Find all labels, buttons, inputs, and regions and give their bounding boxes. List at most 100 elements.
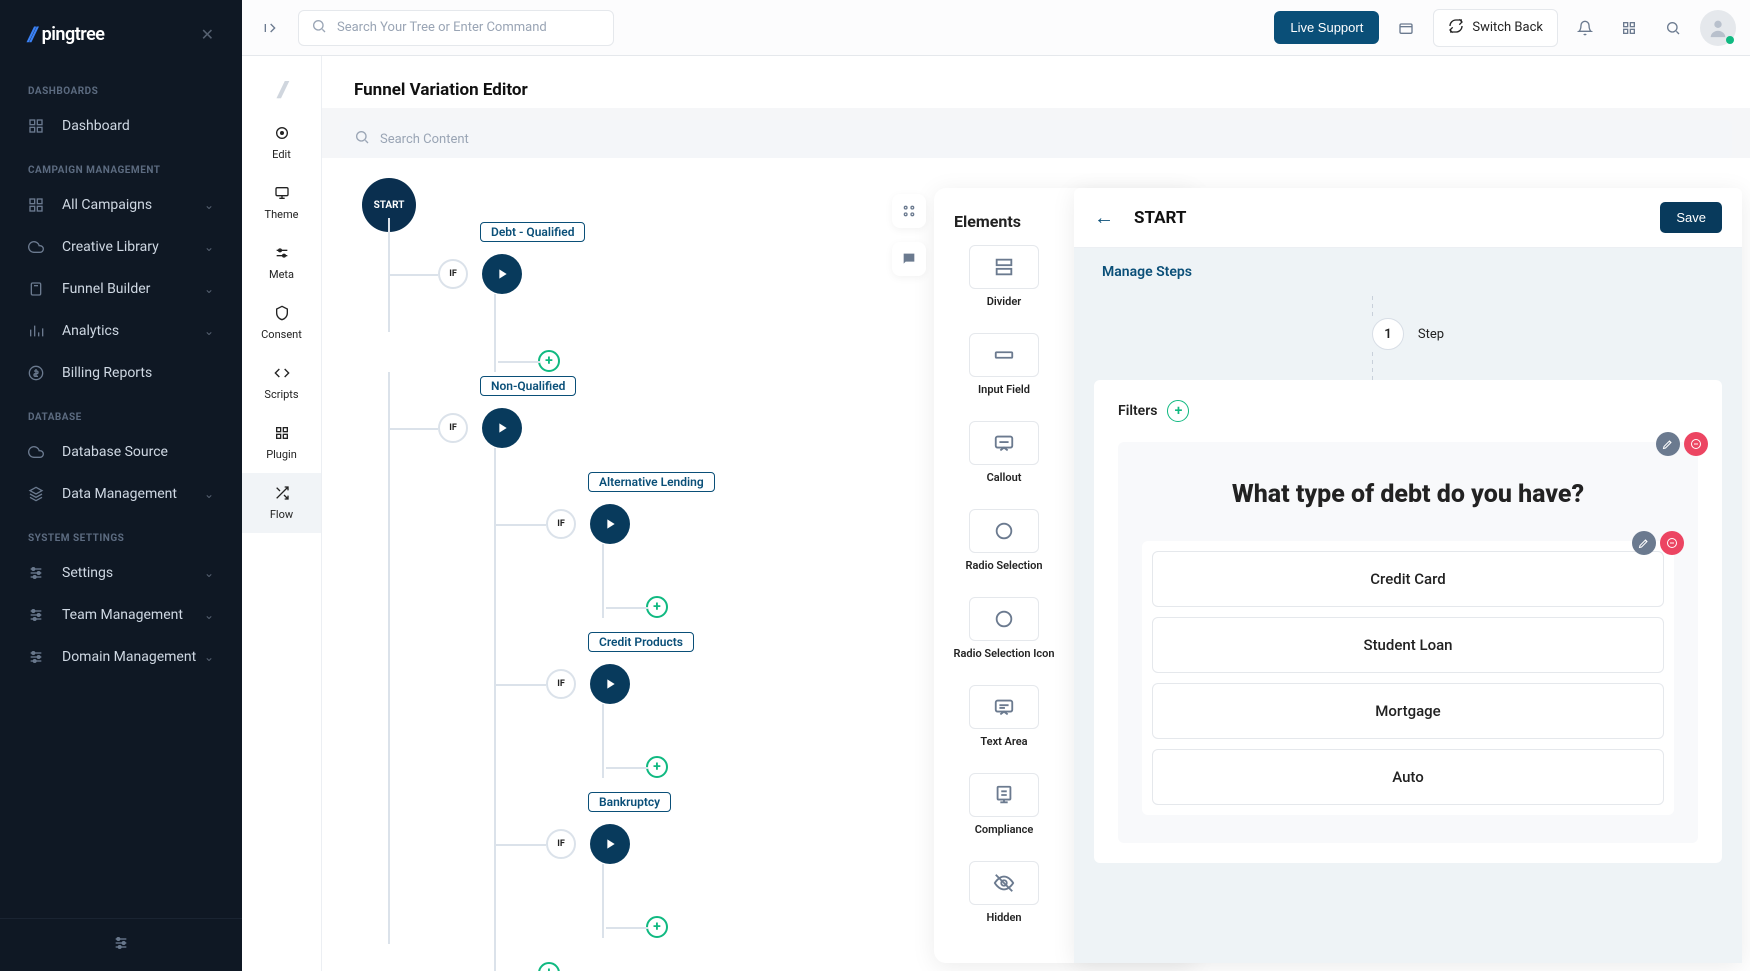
- element-callout[interactable]: Callout: [948, 421, 1060, 499]
- sidebar-item-label: Billing Reports: [62, 365, 152, 381]
- search-icon[interactable]: [1656, 11, 1690, 45]
- flow-tree: Debt - Qualified IF + Non-Qualified IF: [384, 218, 668, 971]
- tool-scripts[interactable]: Scripts: [242, 353, 321, 413]
- apps-icon[interactable]: [1612, 11, 1646, 45]
- chevron-down-icon: ⌄: [204, 608, 214, 622]
- element-compliance[interactable]: Compliance: [948, 773, 1060, 851]
- close-icon[interactable]: ✕: [201, 25, 214, 44]
- flow-node[interactable]: Debt - Qualified IF: [438, 254, 668, 294]
- if-pill[interactable]: IF: [546, 509, 576, 539]
- flow-canvas[interactable]: START Debt - Qualified IF + Non: [322, 158, 1750, 971]
- tool-edit[interactable]: Edit: [242, 113, 321, 173]
- element-divider[interactable]: Divider: [948, 245, 1060, 323]
- shuffle-icon: [274, 485, 290, 504]
- option-item[interactable]: Auto: [1152, 749, 1664, 805]
- live-support-button[interactable]: Live Support: [1274, 11, 1379, 44]
- delete-icon[interactable]: [1684, 432, 1708, 456]
- delete-icon[interactable]: [1660, 531, 1684, 555]
- edit-icon[interactable]: [1656, 432, 1680, 456]
- node-label: Alternative Lending: [588, 472, 715, 492]
- sidebar-item-creative[interactable]: Creative Library ⌄: [0, 226, 242, 268]
- sidebar-item-settings[interactable]: Settings ⌄: [0, 552, 242, 594]
- sidebar-item-dbsource[interactable]: Database Source: [0, 431, 242, 473]
- sidebar-item-datamgmt[interactable]: Data Management ⌄: [0, 473, 242, 515]
- sidebar-item-analytics[interactable]: Analytics ⌄: [0, 310, 242, 352]
- option-item[interactable]: Mortgage: [1152, 683, 1664, 739]
- tool-plugin[interactable]: Plugin: [242, 413, 321, 473]
- sidebar-item-dashboard[interactable]: Dashboard: [0, 105, 242, 147]
- flow-node[interactable]: Non-Qualified IF: [438, 408, 668, 448]
- refresh-icon: [1448, 18, 1464, 38]
- add-node-button[interactable]: +: [646, 916, 668, 938]
- tool-flow[interactable]: Flow: [242, 473, 321, 533]
- elements-toggle-icon[interactable]: [892, 194, 926, 228]
- editor-column: Funnel Variation Editor Search Content S…: [322, 56, 1750, 971]
- add-node-button[interactable]: +: [646, 756, 668, 778]
- play-icon[interactable]: [482, 408, 522, 448]
- if-pill[interactable]: IF: [546, 829, 576, 859]
- switch-back-button[interactable]: Switch Back: [1433, 9, 1558, 47]
- sliders-icon: [28, 649, 44, 665]
- sidebar-item-label: Dashboard: [62, 118, 130, 134]
- search-icon: [311, 18, 327, 38]
- flow-node[interactable]: Credit Products IF: [546, 664, 668, 704]
- question-title: What type of debt do you have?: [1142, 480, 1674, 509]
- play-icon[interactable]: [590, 504, 630, 544]
- sidebar-section-dashboards: DASHBOARDS Dashboard: [0, 68, 242, 147]
- step-card: Filters + What type of debt do you have?: [1094, 380, 1722, 863]
- sidebar-footer[interactable]: [0, 918, 242, 971]
- element-radioicon[interactable]: Radio Selection Icon: [948, 597, 1060, 675]
- sidebar-item-funnel[interactable]: Funnel Builder ⌄: [0, 268, 242, 310]
- play-icon[interactable]: [590, 664, 630, 704]
- collapse-sidebar-button[interactable]: [256, 14, 284, 42]
- option-item[interactable]: Student Loan: [1152, 617, 1664, 673]
- shield-icon: [274, 305, 290, 324]
- edit-icon[interactable]: [1632, 531, 1656, 555]
- if-pill[interactable]: IF: [438, 413, 468, 443]
- element-radio[interactable]: Radio Selection: [948, 509, 1060, 587]
- play-icon[interactable]: [590, 824, 630, 864]
- avatar[interactable]: [1700, 10, 1736, 46]
- flow-node[interactable]: Bankruptcy IF: [546, 824, 668, 864]
- sidebar-item-label: Settings: [62, 565, 113, 581]
- back-arrow-icon[interactable]: ←: [1094, 205, 1114, 230]
- add-filter-button[interactable]: +: [1167, 400, 1189, 422]
- brand-logo: // pingtree: [28, 22, 104, 46]
- element-textarea[interactable]: Text Area: [948, 685, 1060, 763]
- tool-consent[interactable]: Consent: [242, 293, 321, 353]
- search-content-input[interactable]: Search Content: [340, 120, 1732, 158]
- section-title: DASHBOARDS: [0, 68, 242, 105]
- step-label: Step: [1418, 327, 1444, 342]
- sidebar-item-domain[interactable]: Domain Management ⌄: [0, 636, 242, 678]
- chevron-down-icon: ⌄: [204, 240, 214, 254]
- layers-icon: [28, 486, 44, 502]
- element-hidden[interactable]: Hidden: [948, 861, 1060, 939]
- sidebar-item-campaigns[interactable]: All Campaigns ⌄: [0, 184, 242, 226]
- manage-steps-link[interactable]: Manage Steps: [1074, 248, 1742, 296]
- bell-icon[interactable]: [1568, 11, 1602, 45]
- if-pill[interactable]: IF: [438, 259, 468, 289]
- flow-node[interactable]: Alternative Lending IF: [546, 504, 668, 544]
- options-actions: [1632, 531, 1684, 555]
- sidebar-item-billing[interactable]: Billing Reports: [0, 352, 242, 394]
- save-button[interactable]: Save: [1660, 202, 1722, 233]
- play-icon[interactable]: [482, 254, 522, 294]
- comment-icon[interactable]: [892, 242, 926, 276]
- tool-theme[interactable]: Theme: [242, 173, 321, 233]
- step-number[interactable]: 1: [1372, 318, 1404, 350]
- add-node-button[interactable]: +: [538, 962, 560, 971]
- cloud-icon: [28, 444, 44, 460]
- option-item[interactable]: Credit Card: [1152, 551, 1664, 607]
- topbar: Search Your Tree or Enter Command Live S…: [242, 0, 1750, 56]
- folder-icon[interactable]: [1389, 11, 1423, 45]
- element-input[interactable]: Input Field: [948, 333, 1060, 411]
- tool-meta[interactable]: Meta: [242, 233, 321, 293]
- add-node-button[interactable]: +: [646, 596, 668, 618]
- search-input[interactable]: Search Your Tree or Enter Command: [298, 10, 614, 46]
- page-title: Funnel Variation Editor: [354, 80, 1718, 100]
- if-pill[interactable]: IF: [546, 669, 576, 699]
- add-node-button[interactable]: +: [538, 350, 560, 372]
- grid-icon: [28, 118, 44, 134]
- node-label: Debt - Qualified: [480, 222, 585, 242]
- sidebar-item-team[interactable]: Team Management ⌄: [0, 594, 242, 636]
